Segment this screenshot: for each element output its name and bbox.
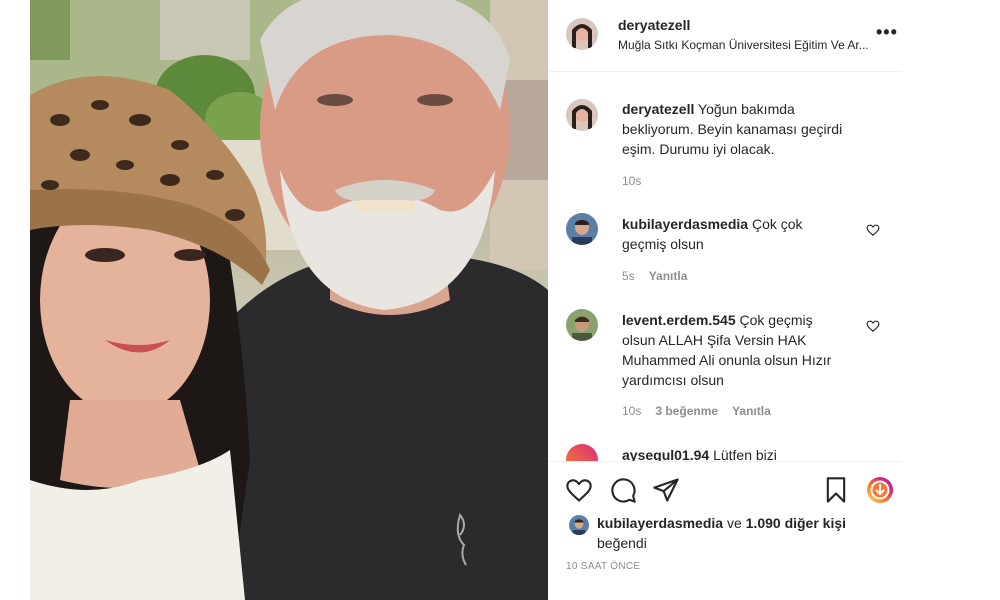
bookmark-icon[interactable]	[822, 476, 850, 504]
comment-line: Muhammed Ali onunla olsun Hızır	[622, 352, 832, 368]
liker-avatar[interactable]	[569, 515, 589, 535]
comment-avatar[interactable]	[566, 444, 598, 461]
comment: levent.erdem.545 Çok geçmiş olsun ALLAH …	[622, 310, 831, 390]
liker-username[interactable]: kubilayerdasmedia	[597, 515, 723, 531]
comment: kubilayerdasmedia Çok çok geçmiş olsun	[622, 214, 803, 254]
comment-line: yardımcısı olsun	[622, 372, 724, 388]
caption-username[interactable]: deryatezell	[622, 101, 694, 117]
likes-connector: ve	[726, 515, 742, 531]
comment-avatar[interactable]	[566, 309, 598, 341]
comment-avatar[interactable]	[566, 213, 598, 245]
comment-line: olsun ALLAH Şifa Versin HAK	[622, 332, 807, 348]
comment-likes-count[interactable]: 3 beğenme	[655, 404, 718, 418]
caption-line: eşim. Durumu iyi olacak.	[622, 141, 775, 157]
post-timestamp[interactable]: 10 SAAT ÖNCE	[566, 561, 640, 572]
reply-button[interactable]: Yanıtla	[649, 269, 688, 283]
post-header: deryatezell Muğla Sıtkı Koçman Üniversit…	[548, 0, 902, 72]
comment-username[interactable]: kubilayerdasmedia	[622, 216, 748, 232]
post-actions: kubilayerdasmedia ve 1.090 diğer kişi be…	[548, 461, 902, 600]
comment-username[interactable]: aysegul01.94	[622, 447, 709, 461]
author-avatar[interactable]	[566, 18, 598, 50]
comment-line: Çok çok	[751, 216, 803, 232]
post-location[interactable]: Muğla Sıtkı Koçman Üniversitesi Eğitim V…	[618, 38, 890, 52]
reply-button[interactable]: Yanıtla	[732, 404, 771, 418]
comment-icon[interactable]	[609, 476, 637, 504]
post-photo[interactable]	[30, 0, 548, 600]
caption-time: 10s	[622, 174, 642, 188]
likes-summary: kubilayerdasmedia ve 1.090 diğer kişi be…	[597, 513, 887, 553]
heart-icon[interactable]	[565, 476, 593, 504]
comment-like-icon[interactable]	[866, 223, 880, 237]
comment-line: geçmiş olsun	[622, 236, 704, 252]
caption-line: bekliyorum. Beyin kanaması geçirdi	[622, 121, 843, 137]
photo-illustration	[30, 0, 548, 600]
instagram-badge-icon[interactable]	[866, 476, 894, 504]
comment-line: Çok geçmiş	[739, 312, 813, 328]
comment-time: 10s	[622, 404, 642, 418]
post-panel: deryatezell Muğla Sıtkı Koçman Üniversit…	[548, 0, 902, 600]
comment-meta: 5s Yanıtla	[622, 269, 687, 283]
comment-time: 5s	[622, 269, 635, 283]
caption-text: deryatezell Yoğun bakımda bekliyorum. Be…	[622, 99, 842, 159]
likes-suffix: beğendi	[597, 535, 647, 551]
comment-line: Lütfen bizi	[713, 447, 777, 461]
comments-list[interactable]: deryatezell Yoğun bakımda bekliyorum. Be…	[548, 73, 902, 461]
comment-like-icon[interactable]	[866, 319, 880, 333]
comment-username[interactable]: levent.erdem.545	[622, 312, 736, 328]
caption-line: Yoğun bakımda	[698, 101, 795, 117]
caption-avatar[interactable]	[566, 99, 598, 131]
more-options-icon[interactable]: •••	[876, 22, 898, 43]
share-icon[interactable]	[652, 476, 680, 504]
likes-count[interactable]: 1.090 diğer kişi	[746, 515, 846, 531]
caption-meta: 10s	[622, 174, 641, 188]
author-username[interactable]: deryatezell	[618, 17, 690, 33]
comment-meta: 10s 3 beğenme Yanıtla	[622, 404, 771, 418]
comment: aysegul01.94 Lütfen bizi	[622, 445, 777, 461]
